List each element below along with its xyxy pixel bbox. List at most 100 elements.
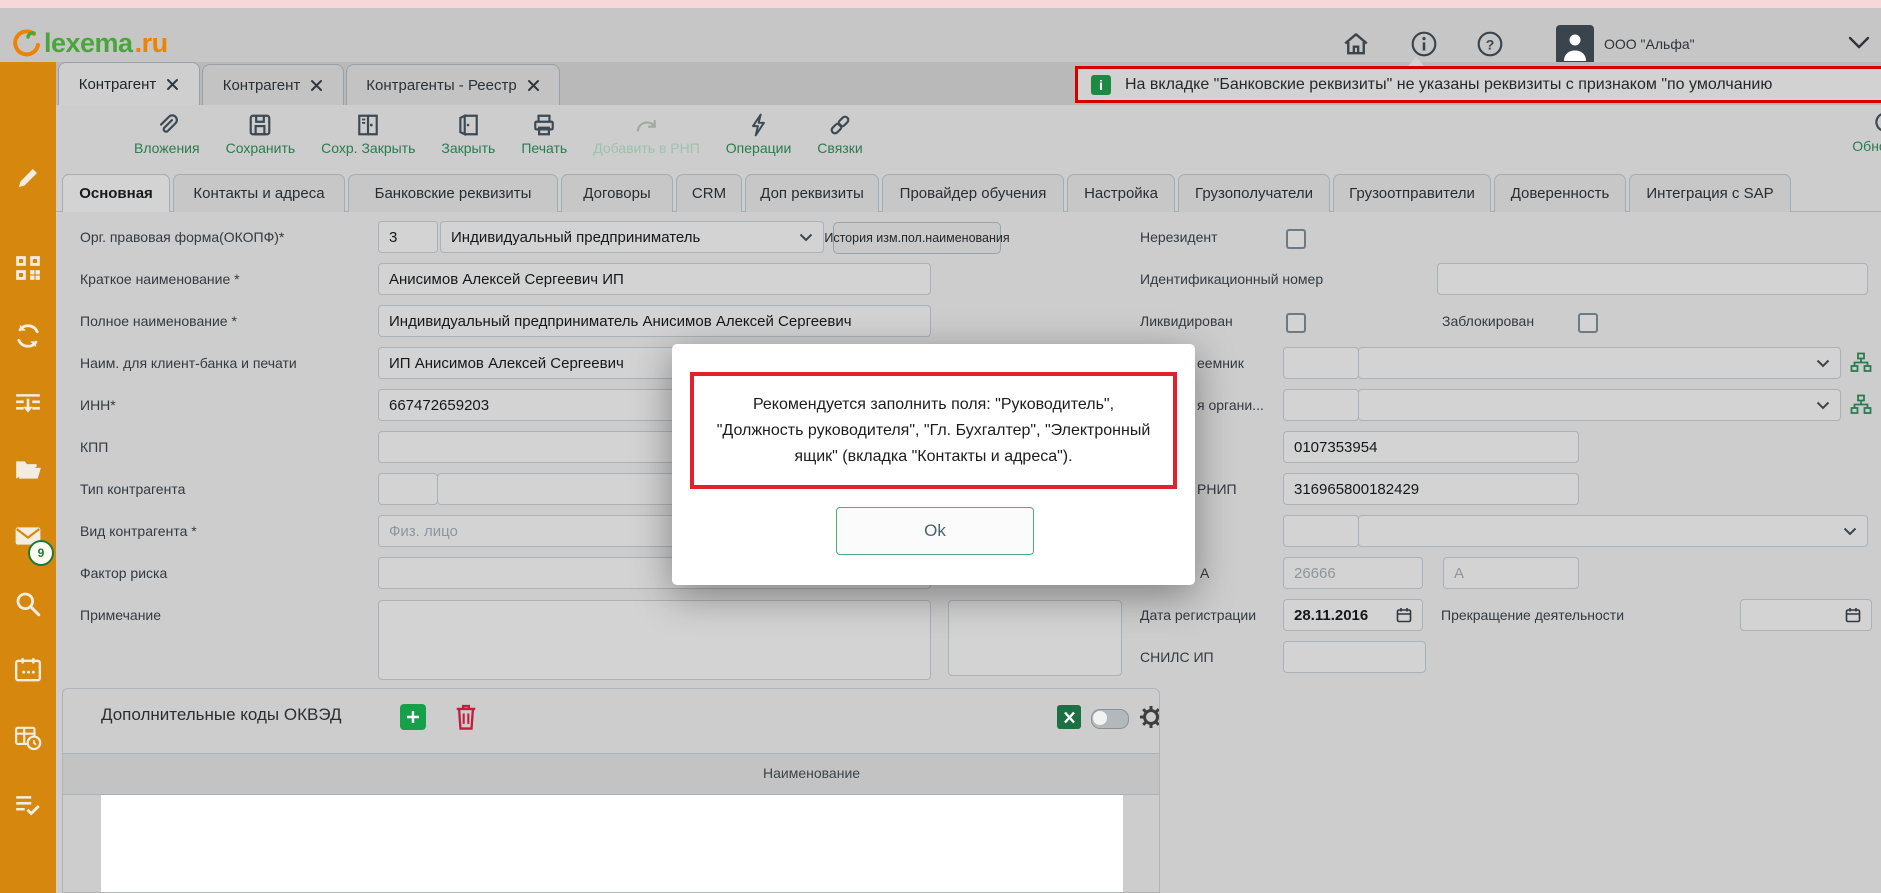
folder-open-icon[interactable] [14,456,42,484]
okopf-select[interactable]: Индивидуальный предприниматель [440,221,824,253]
chevron-down-icon[interactable] [1846,34,1874,62]
okato-label-fragment: А [1200,564,1209,582]
close-icon[interactable] [310,79,323,92]
tab-kontragent-2[interactable]: Контрагент [202,64,344,105]
add-row-button[interactable] [400,704,426,730]
chevron-down-icon [1843,527,1857,536]
okato-code-field[interactable]: 26666 [1283,557,1423,589]
user-avatar[interactable] [1556,25,1594,65]
links-button[interactable]: Связки [817,113,862,156]
import-icon[interactable] [14,390,42,418]
table-clock-icon[interactable] [14,724,42,752]
type-code-field[interactable] [378,473,438,505]
save-button[interactable]: Сохранить [226,113,296,156]
grid-body[interactable] [101,795,1123,893]
subtab-gruzootpraviteli[interactable]: Грузоотправители [1333,174,1491,212]
calendar-icon[interactable] [14,656,42,684]
ok-button[interactable]: Ok [836,507,1034,555]
id-number-label: Идентификационный номер [1140,270,1323,288]
successor-select[interactable] [1358,347,1841,379]
subtab-dop-rekvizity[interactable]: Доп реквизиты [745,174,879,212]
excel-export-icon[interactable] [1057,705,1081,729]
extra-code-field[interactable] [1283,515,1359,547]
subtab-bank-rekvizity[interactable]: Банковские реквизиты [348,174,558,212]
logo-tld: .ru [135,28,168,59]
sync-icon[interactable] [14,322,42,350]
redo-arrow-icon [634,113,658,137]
list-check-icon[interactable] [14,792,42,820]
okopf-code-field[interactable]: 3 [378,221,438,253]
subtab-doverennost[interactable]: Доверенность [1494,174,1626,212]
printer-icon [532,113,556,137]
subtab-crm[interactable]: CRM [676,174,742,212]
inn-label: ИНН* [80,396,116,414]
close-icon[interactable] [527,79,540,92]
okopf-label: Орг. правовая форма(ОКОПФ)* [80,228,284,246]
unlabeled-box[interactable] [948,600,1122,676]
extra-select[interactable] [1358,515,1868,547]
print-button[interactable]: Печать [521,113,567,156]
hierarchy-icon[interactable] [1846,348,1876,378]
delete-row-button[interactable] [453,702,479,732]
tab-kontragent-1[interactable]: Контрагент [58,62,200,105]
full-name-label: Полное наименование * [80,312,237,330]
note-textarea[interactable] [378,600,931,680]
okato-letter-field[interactable]: А [1443,557,1579,589]
calendar-small-icon[interactable] [1845,607,1861,623]
info-square-icon: i [1091,75,1111,95]
info-icon[interactable] [1410,30,1438,58]
org-code-field[interactable] [1283,389,1359,421]
subtab-dogovory[interactable]: Договоры [561,174,673,212]
calendar-small-icon[interactable] [1396,607,1412,623]
snils-label: СНИЛС ИП [1140,648,1214,666]
close-button[interactable]: Закрыть [441,113,495,156]
subtab-nastroika[interactable]: Настройка [1067,174,1175,212]
ogrnip-field[interactable]: 316965800182429 [1283,473,1579,505]
org-select[interactable] [1358,389,1841,421]
snils-field[interactable] [1283,641,1426,673]
kind-label: Вид контрагента * [80,522,197,540]
save-close-button[interactable]: Сохр. Закрыть [321,113,415,156]
dialog-message-box: Рекомендуется заполнить поля: "Руководит… [690,372,1177,489]
hierarchy-icon[interactable] [1846,390,1876,420]
link-icon [828,113,852,137]
pencil-icon[interactable] [14,164,42,192]
chevron-down-icon [1816,401,1830,410]
column-header[interactable]: Наименование [763,765,860,781]
help-icon[interactable]: ? [1476,30,1504,58]
nonresident-checkbox[interactable] [1286,229,1306,249]
termination-field[interactable] [1740,599,1872,631]
blocked-checkbox[interactable] [1578,313,1598,333]
id-number-field[interactable] [1437,263,1868,295]
subtab-provider[interactable]: Провайдер обучения [882,174,1064,212]
subtab-osnovnaya[interactable]: Основная [62,174,170,212]
reg-date-field[interactable]: 28.11.2016 [1283,599,1423,631]
attachments-button[interactable]: Вложения [134,113,200,156]
notification-text: На вкладке "Банковские реквизиты" не ука… [1125,76,1772,94]
qr-code-icon[interactable] [14,254,42,282]
gear-icon[interactable] [1137,703,1160,731]
history-button[interactable]: История изм.пол.наименования [833,222,1001,254]
home-icon[interactable] [1342,30,1370,58]
refresh-button[interactable]: Обновить [1838,111,1881,154]
tab-kontragenty-reestr[interactable]: Контрагенты - Реестр [346,64,560,105]
close-icon[interactable] [166,78,179,91]
type-label: Тип контрагента [80,480,185,498]
short-name-field[interactable]: Анисимов Алексей Сергеевич ИП [378,263,931,295]
operations-button[interactable]: Операции [726,113,792,156]
successor-code-field[interactable] [1283,347,1359,379]
subtab-gruzopoluchateli[interactable]: Грузополучатели [1178,174,1330,212]
termination-label: Прекращение деятельности [1441,606,1624,624]
recommendation-dialog: Рекомендуется заполнить поля: "Руководит… [672,344,1195,585]
full-name-field[interactable]: Индивидуальный предприниматель Анисимов … [378,305,931,337]
company-name[interactable]: ООО "Альфа" [1604,36,1695,52]
liquidated-checkbox[interactable] [1286,313,1306,333]
grid-toggle[interactable] [1091,709,1129,729]
search-icon[interactable] [14,590,42,618]
add-rnp-button[interactable]: Добавить в РНП [593,113,700,156]
subtab-sap[interactable]: Интеграция с SAP [1629,174,1791,212]
subtab-kontakty[interactable]: Контакты и адреса [173,174,345,212]
okpo-field[interactable]: 0107353954 [1283,431,1579,463]
reg-date-label: Дата регистрации [1140,606,1256,624]
svg-text:?: ? [1486,36,1495,52]
